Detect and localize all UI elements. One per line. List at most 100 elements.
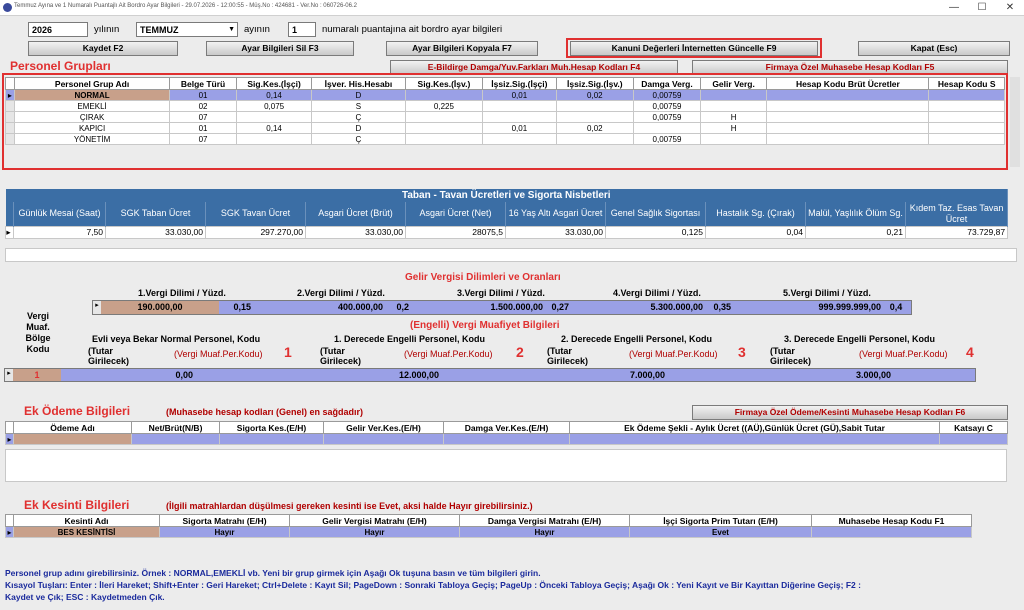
table-cell[interactable]: 0,02 [555,89,635,101]
table-cell[interactable]: Ç [311,133,406,145]
table-cell[interactable]: Evet [629,526,812,538]
table-cell[interactable]: 0,00759 [633,100,701,112]
table-cell[interactable]: 0,225 [404,100,484,112]
table-cell[interactable]: KAPICI [13,122,171,134]
table-cell[interactable]: 0,00759 [633,89,701,101]
col-header[interactable]: Personel Grup Adı [13,77,171,90]
table-cell[interactable] [699,133,768,145]
table-cell[interactable]: 01 [169,122,237,134]
table-cell[interactable]: 297.270,00 [205,225,306,239]
table-cell[interactable] [323,433,444,445]
table-cell[interactable] [235,133,313,145]
table-cell[interactable]: H [699,111,768,123]
table-cell[interactable]: 07 [169,111,237,123]
table-cell[interactable] [235,111,313,123]
table-row[interactable]: ▸ NORMAL 01 0,14 D 0,01 0,02 0,00759 [5,89,1005,101]
table-cell[interactable] [699,100,768,112]
table-cell[interactable] [699,89,768,101]
col-header[interactable]: Hesap Kodu Brüt Ücretler [766,77,930,90]
exemption-code-cell[interactable]: 1 [13,369,61,381]
table-row[interactable]: YÖNETİM 07 Ç 0,00759 [5,133,1005,145]
col-header[interactable]: Ek Ödeme Şekli - Aylık Ücret ((AÜ),Günlü… [569,421,940,434]
table-cell[interactable] [404,89,484,101]
tax-limit-1[interactable]: 190.000,00 [101,301,219,314]
table-row[interactable]: ÇIRAK 07 Ç 0,00759 H [5,111,1005,123]
table-cell[interactable]: 01 [169,89,237,101]
table-cell[interactable] [482,100,557,112]
table-cell[interactable]: S [311,100,406,112]
scrollbar[interactable] [1010,77,1020,167]
col-header[interactable]: Kesinti Adı [13,514,160,527]
table-cell[interactable] [928,89,1005,101]
table-cell[interactable]: D [311,122,406,134]
table-cell[interactable]: 0,01 [482,122,557,134]
table-row[interactable]: ▸ [5,433,1008,445]
table-cell[interactable]: 0,14 [235,89,313,101]
table-cell[interactable]: 0,125 [605,225,706,239]
table-cell[interactable] [766,100,930,112]
tax-rate-4[interactable]: 0,35 [705,301,731,314]
table-cell[interactable] [404,122,484,134]
table-cell[interactable] [555,133,635,145]
col-header[interactable]: İşsiz.Sig.(İşçi) [482,77,557,90]
table-cell[interactable] [404,111,484,123]
table-cell[interactable] [569,433,940,445]
table-cell[interactable] [443,433,570,445]
close-window-button[interactable]: ✕ [996,0,1024,16]
exemption-value-2[interactable]: 12.000,00 [305,369,439,381]
copy-settings-button[interactable]: Ayar Bilgileri Kopyala F7 [386,41,538,56]
table-cell[interactable]: Hayır [459,526,630,538]
col-header[interactable]: Gelir Vergisi Matrahı (E/H) [289,514,460,527]
table-cell[interactable] [939,433,1008,445]
col-header[interactable]: İşver. His.Hesabı [311,77,406,90]
minimize-button[interactable]: — [940,0,968,16]
tax-limit-4[interactable]: 5.300.000,00 [571,301,703,314]
table-cell[interactable]: ÇIRAK [13,111,171,123]
table-row[interactable]: EMEKLİ 02 0,075 S 0,225 0,00759 [5,100,1005,112]
col-header[interactable]: Sigorta Kes.(E/H) [219,421,324,434]
table-cell[interactable]: 28075,5 [405,225,506,239]
tax-row[interactable]: ▸ 190.000,00 0,15 400.000,00 0,2 1.500.0… [92,300,912,315]
puantaj-input[interactable]: 1 [288,22,316,37]
table-cell[interactable] [131,433,220,445]
table-row[interactable]: ▸ 7,50 33.030,00 297.270,00 33.030,00 28075,… [5,225,1009,239]
table-cell[interactable] [928,111,1005,123]
table-cell[interactable] [766,133,930,145]
tax-rate-5[interactable]: 0,4 [883,301,909,314]
table-cell[interactable]: Ç [311,111,406,123]
exemption-value-3[interactable]: 7.000,00 [535,369,665,381]
table-cell[interactable] [766,122,930,134]
close-button[interactable]: Kapat (Esc) [858,41,1010,56]
firm-payment-accounts-button[interactable]: Firmaya Özel Ödeme/Kesinti Muhasebe Hesa… [692,405,1008,420]
col-header[interactable]: Katsayı C [939,421,1008,434]
delete-settings-button[interactable]: Ayar Bilgileri Sil F3 [206,41,354,56]
col-header[interactable]: Sig.Kes.(İşv.) [404,77,484,90]
table-cell[interactable]: BES KESİNTİSİ [13,526,160,538]
table-cell[interactable]: H [699,122,768,134]
year-input[interactable]: 2026 [28,22,88,37]
table-cell[interactable] [555,111,635,123]
table-cell[interactable]: 0,00759 [633,111,701,123]
table-cell[interactable]: 0,01 [482,89,557,101]
col-header[interactable]: Ödeme Adı [13,421,132,434]
table-cell[interactable]: 07 [169,133,237,145]
table-cell[interactable]: D [311,89,406,101]
col-header[interactable]: İşçi Sigorta Prim Tutarı (E/H) [629,514,812,527]
col-header[interactable]: Gelir Verg. [699,77,768,90]
table-cell[interactable] [633,122,701,134]
table-cell[interactable] [928,100,1005,112]
exemption-value-1[interactable]: 0,00 [65,369,193,381]
col-header[interactable]: Sigorta Matrahı (E/H) [159,514,290,527]
col-header[interactable]: Net/Brüt(N/B) [131,421,220,434]
table-cell[interactable] [766,111,930,123]
month-select[interactable]: TEMMUZ ▼ [136,22,238,37]
maximize-button[interactable]: ☐ [968,0,996,16]
table-cell[interactable] [482,133,557,145]
table-cell[interactable]: 33.030,00 [505,225,606,239]
table-cell[interactable] [219,433,324,445]
exemption-row[interactable]: ▸ 1 0,00 12.000,00 7.000,00 3.000,00 [4,368,976,382]
table-cell[interactable]: Hayır [289,526,460,538]
table-cell[interactable]: 33.030,00 [105,225,206,239]
tax-rate-3[interactable]: 0,27 [545,301,569,314]
col-header[interactable]: Sig.Kes.(İşçi) [235,77,313,90]
